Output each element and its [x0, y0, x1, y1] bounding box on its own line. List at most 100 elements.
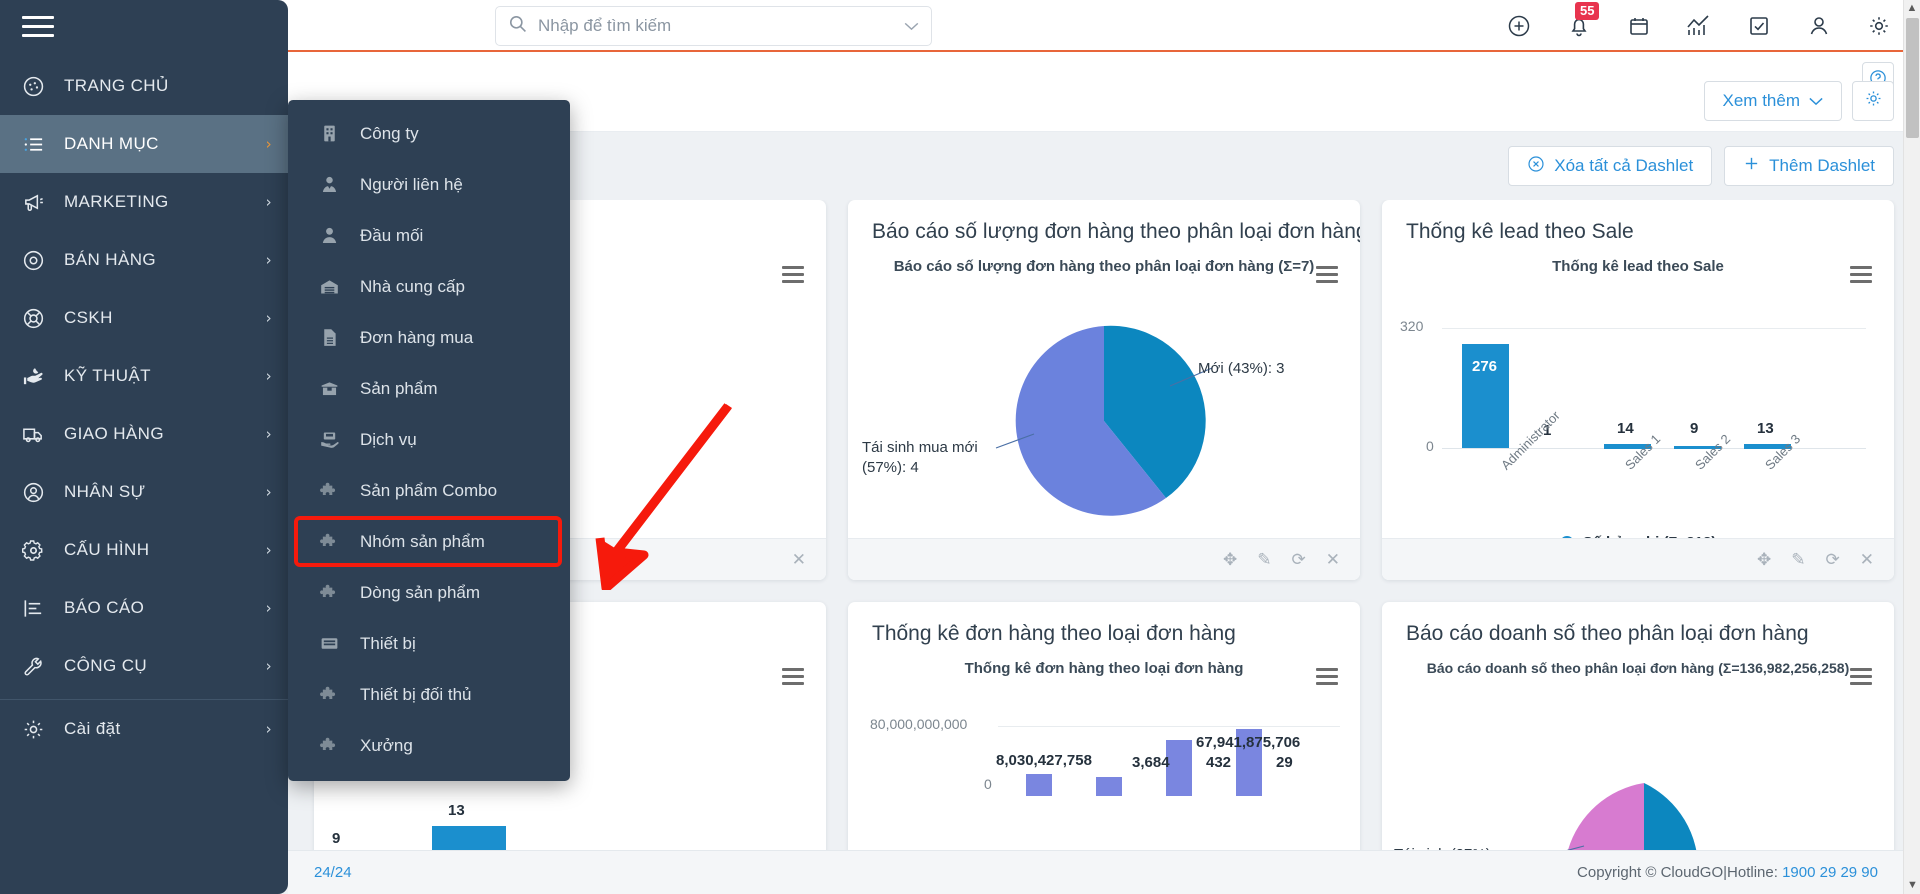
search-icon	[508, 14, 527, 38]
dashlet-move-icon[interactable]: ✥	[1223, 551, 1237, 568]
x-tick-sales3: Sales 3	[1762, 431, 1804, 473]
submenu-item-thiet-bi[interactable]: Thiết bị	[288, 618, 570, 669]
task-check-icon[interactable]	[1746, 13, 1772, 39]
bar-value-3: 432	[1206, 754, 1232, 771]
dashlet-edit-icon[interactable]: ✎	[1791, 551, 1805, 568]
submenu-item-label: Xưởng	[360, 735, 413, 755]
sidebar-item-cai-dat[interactable]: Cài đặt ›	[0, 700, 288, 758]
submenu-item-don-hang-mua[interactable]: Đơn hàng mua	[288, 312, 570, 363]
dashlet-move-icon[interactable]: ✥	[1757, 551, 1771, 568]
gear-icon[interactable]	[1866, 13, 1892, 39]
building-icon	[314, 123, 344, 144]
sidebar-item-nhan-su[interactable]: NHÂN SỰ ›	[0, 463, 288, 521]
chart-menu-icon[interactable]	[782, 266, 804, 287]
view-more-button[interactable]: Xem thêm	[1703, 81, 1842, 121]
chevron-right-icon: ›	[265, 309, 272, 327]
list-icon	[18, 131, 48, 157]
sidebar-item-ky-thuat[interactable]: KỸ THUẬT ›	[0, 347, 288, 405]
bar-value-administrator: 276	[1472, 358, 1498, 375]
submenu-item-thiet-bi-doi-thu[interactable]: Thiết bị đối thủ	[288, 669, 570, 720]
user-icon[interactable]	[1806, 13, 1832, 39]
sidebar-item-danh-muc[interactable]: DANH MỤC ›	[0, 115, 288, 173]
puzzle-icon	[314, 480, 344, 501]
global-search[interactable]	[495, 6, 932, 46]
submenu-item-san-pham[interactable]: Sản phẩm	[288, 363, 570, 414]
sidebar-item-label: CSKH	[64, 308, 113, 327]
submenu-item-nguoi-lien-he[interactable]: Người liên hệ	[288, 159, 570, 210]
sidebar-item-trang-chu[interactable]: TRANG CHỦ	[0, 57, 288, 115]
sidebar-item-cskh[interactable]: CSKH ›	[0, 289, 288, 347]
clear-all-dashlets-label: Xóa tất cả Dashlet	[1554, 156, 1694, 175]
pie-label-tai-sinh: Tái sinh mua mới (57%): 4	[862, 439, 978, 476]
chart-menu-icon[interactable]	[782, 668, 804, 689]
dashboard-settings-button[interactable]	[1852, 81, 1894, 121]
submenu-item-dich-vu[interactable]: Dịch vụ	[288, 414, 570, 465]
toolbar-actions: Xem thêm	[1703, 81, 1894, 121]
scroll-up-arrow-icon[interactable]: ▲	[1904, 0, 1920, 17]
sidebar-item-cau-hinh[interactable]: CẤU HÌNH ›	[0, 521, 288, 579]
copyright-text: Copyright © CloudGO|Hotline: 1900 29 29 …	[1577, 864, 1878, 881]
sidebar-item-ban-hang[interactable]: BÁN HÀNG ›	[0, 231, 288, 289]
chart-menu-icon[interactable]	[1850, 668, 1872, 689]
megaphone-icon	[18, 189, 48, 215]
submenu-item-label: Thiết bị đối thủ	[360, 684, 472, 704]
clear-all-dashlets-button[interactable]: Xóa tất cả Dashlet	[1508, 146, 1713, 186]
bar-1	[1026, 774, 1052, 796]
app-root: 55 Xem t	[0, 0, 1920, 894]
warehouse-icon	[314, 276, 344, 297]
bar-value-partial-9: 9	[332, 830, 341, 847]
submenu-item-xuong[interactable]: Xưởng	[288, 720, 570, 771]
submenu-item-dong-san-pham[interactable]: Dòng sản phẩm	[288, 567, 570, 618]
sidebar: TRANG CHỦ DANH MỤC › MARKETING › BÁN HÀN…	[0, 0, 288, 894]
bar-partial	[432, 826, 506, 850]
dashlet-close-icon[interactable]: ✕	[1326, 551, 1340, 568]
dashlet-edit-icon[interactable]: ✎	[1257, 551, 1271, 568]
submenu-item-dau-moi[interactable]: Đầu mối	[288, 210, 570, 261]
chevron-right-icon: ›	[265, 135, 272, 153]
dashlet-title: Báo cáo số lượng đơn hàng theo phân loại…	[872, 220, 1360, 243]
contact-person-icon	[314, 174, 344, 195]
bar-chart: 320 0 276 1 14 9 13 Administrator Sales …	[1382, 280, 1894, 538]
pie-label-moi: Mới (43%): 3	[1198, 360, 1285, 377]
puzzle-icon	[314, 735, 344, 756]
dashlet-footer: ✥ ✎ ⟳ ✕	[1382, 538, 1894, 580]
bell-icon[interactable]: 55	[1566, 2, 1600, 39]
hamburger-menu-icon[interactable]	[0, 0, 288, 57]
submenu-item-nha-cung-cap[interactable]: Nhà cung cấp	[288, 261, 570, 312]
dashlet-close-icon[interactable]: ✕	[1860, 551, 1874, 568]
dashlet-refresh-icon[interactable]: ⟳	[1292, 551, 1306, 568]
chevron-down-icon[interactable]	[904, 18, 919, 34]
search-input[interactable]	[538, 16, 896, 36]
sidebar-item-label: KỸ THUẬT	[64, 366, 151, 385]
hotline-link[interactable]: 1900 29 29 90	[1782, 864, 1878, 881]
dashlet-close-icon[interactable]: ✕	[792, 551, 806, 568]
sidebar-item-label: CẤU HÌNH	[64, 540, 150, 559]
sidebar-item-cong-cu[interactable]: CÔNG CỤ ›	[0, 637, 288, 695]
notification-badge: 55	[1575, 2, 1600, 20]
bar-value-partial-13: 13	[448, 802, 465, 819]
chevron-right-icon: ›	[265, 657, 272, 675]
top-bar: 55	[0, 0, 1920, 52]
scrollbar-thumb[interactable]	[1906, 18, 1919, 138]
sidebar-item-bao-cao[interactable]: BÁO CÁO ›	[0, 579, 288, 637]
page-scrollbar[interactable]: ▲ ▼	[1903, 0, 1920, 894]
submenu-item-nhom-san-pham[interactable]: Nhóm sản phẩm	[288, 516, 570, 567]
submenu-item-san-pham-combo[interactable]: Sản phẩm Combo	[288, 465, 570, 516]
plus-circle-icon[interactable]	[1506, 13, 1532, 39]
top-icon-group: 55	[1506, 0, 1892, 52]
chevron-right-icon: ›	[265, 720, 272, 738]
analytics-icon[interactable]	[1686, 13, 1712, 39]
sidebar-item-label: TRANG CHỦ	[64, 76, 169, 95]
dashlet-title: Báo cáo doanh số theo phân loại đơn hàng	[1406, 622, 1809, 645]
pagination-label[interactable]: 24/24	[314, 864, 352, 881]
chart-menu-icon[interactable]	[1316, 266, 1338, 287]
dashlet-orders-by-type-pie: Báo cáo số lượng đơn hàng theo phân loại…	[848, 200, 1360, 580]
dashlet-body: Thống kê lead theo Sale 320 0 276 1 14 9…	[1382, 248, 1894, 538]
calendar-icon[interactable]	[1626, 13, 1652, 39]
sidebar-item-giao-hang[interactable]: GIAO HÀNG ›	[0, 405, 288, 463]
submenu-item-cong-ty[interactable]: Công ty	[288, 108, 570, 159]
sidebar-item-marketing[interactable]: MARKETING ›	[0, 173, 288, 231]
add-dashlet-button[interactable]: Thêm Dashlet	[1724, 146, 1894, 186]
scroll-down-arrow-icon[interactable]: ▼	[1904, 877, 1920, 894]
dashlet-refresh-icon[interactable]: ⟳	[1826, 551, 1840, 568]
